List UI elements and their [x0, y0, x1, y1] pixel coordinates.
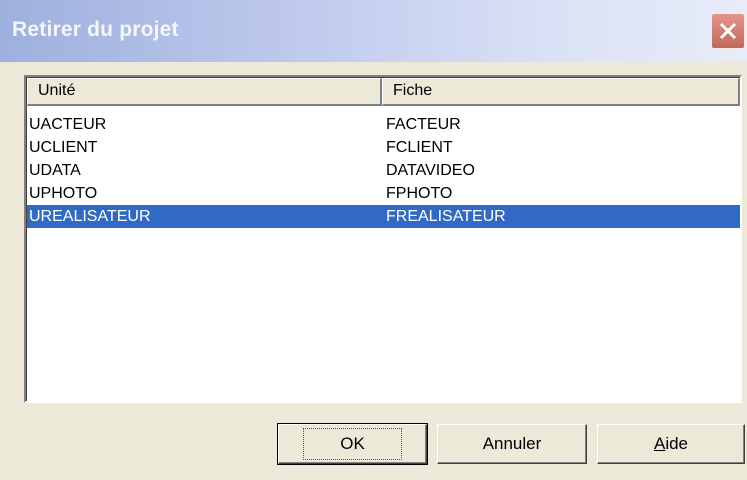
help-mnemonic: A: [653, 434, 666, 453]
ok-button[interactable]: OK: [277, 423, 428, 465]
unite-cell: UREALISATEUR: [29, 208, 151, 225]
fiche-cell: FREALISATEUR: [386, 208, 506, 225]
help-label: Aide: [654, 434, 688, 454]
unite-cell: UACTEUR: [29, 116, 107, 133]
close-icon: [719, 22, 737, 40]
help-button[interactable]: Aide: [597, 424, 745, 464]
list-item[interactable]: UDATA DATAVIDEO: [27, 159, 740, 182]
fiche-cell: FPHOTO: [386, 185, 453, 202]
column-header-fiche[interactable]: Fiche: [382, 78, 740, 106]
unite-cell: UCLIENT: [29, 139, 98, 156]
window-title: Retirer du projet: [12, 18, 179, 41]
help-label-rest: ide: [665, 434, 689, 453]
list-item[interactable]: UACTEUR FACTEUR: [27, 113, 740, 136]
cancel-label: Annuler: [482, 434, 542, 453]
list-item[interactable]: UPHOTO FPHOTO: [27, 182, 740, 205]
cancel-button[interactable]: Annuler: [437, 424, 587, 464]
fiche-cell: FCLIENT: [386, 139, 453, 156]
column-header-unite[interactable]: Unité: [27, 78, 382, 106]
ok-label: OK: [303, 428, 402, 460]
list-item-selected[interactable]: UREALISATEUR FREALISATEUR: [27, 205, 740, 228]
units-list[interactable]: Unité Fiche UACTEUR FACTEUR UCLIENT FCLI…: [24, 75, 742, 403]
unite-cell: UDATA: [29, 162, 81, 179]
fiche-cell: FACTEUR: [386, 116, 461, 133]
fiche-cell: DATAVIDEO: [386, 162, 475, 179]
close-button[interactable]: [711, 13, 745, 49]
list-item[interactable]: UCLIENT FCLIENT: [27, 136, 740, 159]
title-bar[interactable]: Retirer du projet: [0, 0, 747, 62]
list-header: Unité Fiche: [27, 78, 740, 106]
unite-cell: UPHOTO: [29, 185, 98, 202]
